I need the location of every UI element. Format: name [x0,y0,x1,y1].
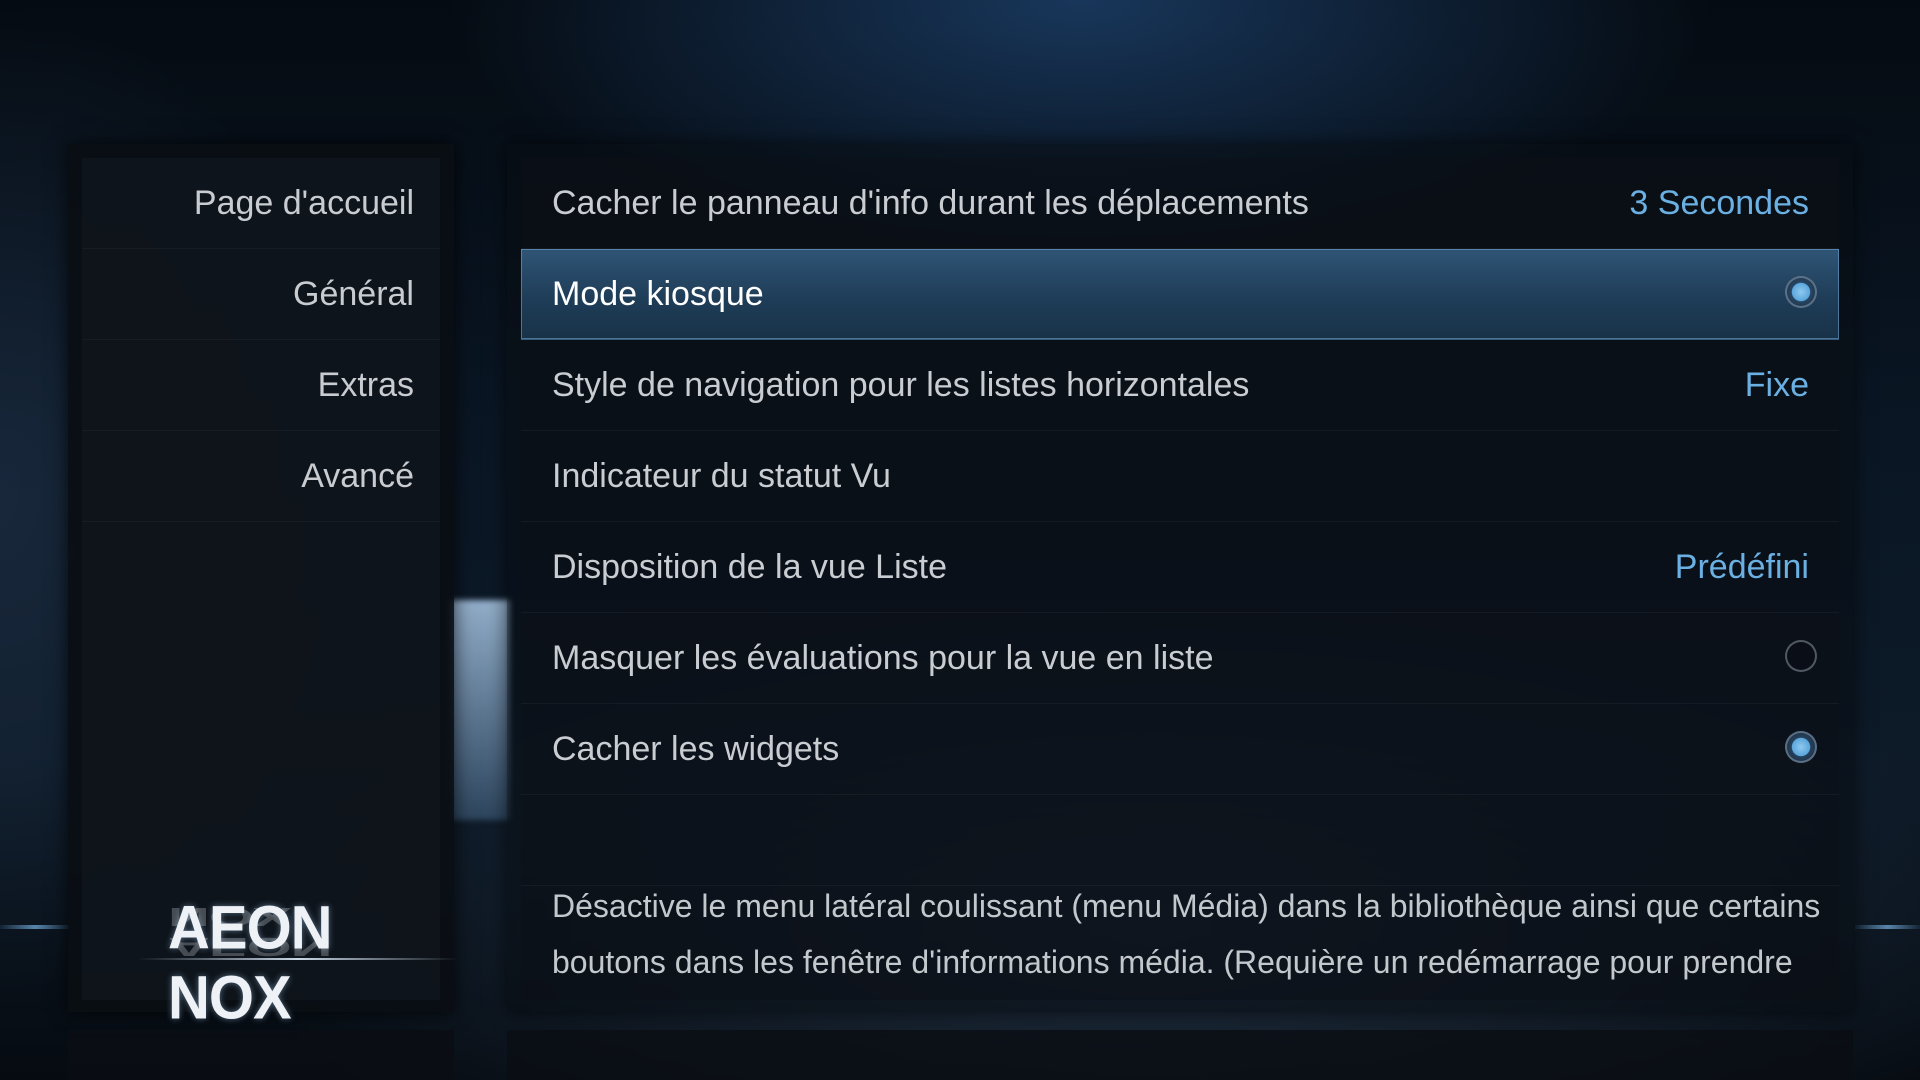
sidebar-item-extras[interactable]: Extras [82,340,440,431]
sidebar-item-home[interactable]: Page d'accueil [82,158,440,249]
setting-value: Fixe [1744,366,1809,404]
settings-category-sidebar: Page d'accueil Général Extras Avancé AEO… [68,144,458,1032]
empty-row [521,795,1839,886]
setting-row-hide-widgets[interactable]: Cacher les widgets [521,704,1839,795]
sidebar-item-general[interactable]: Général [82,249,440,340]
sidebar-list: Page d'accueil Général Extras Avancé [82,158,440,1000]
radio-off-icon[interactable] [1785,640,1817,672]
setting-row-navigation-style[interactable]: Style de navigation pour les listes hori… [521,340,1839,431]
radio-on-icon[interactable] [1785,731,1817,763]
setting-row-list-layout[interactable]: Disposition de la vue Liste Prédéfini [521,522,1839,613]
bottom-panel-right [507,1030,1853,1080]
setting-label: Cacher le panneau d'info durant les dépl… [552,184,1309,222]
setting-value: Prédéfini [1674,548,1809,586]
setting-description: Désactive le menu latéral coulissant (me… [552,888,1821,980]
horizon-line-left [0,925,70,929]
setting-label: Indicateur du statut Vu [552,457,891,495]
setting-row-hide-ratings[interactable]: Masquer les évaluations pour la vue en l… [521,613,1839,704]
settings-panel: Cacher le panneau d'info durant les dépl… [507,144,1853,1012]
settings-list: Cacher le panneau d'info durant les dépl… [521,158,1839,1000]
radio-on-icon[interactable] [1785,276,1817,308]
setting-row-watched-indicator[interactable]: Indicateur du statut Vu [521,431,1839,522]
sidebar-item-advanced[interactable]: Avancé [82,431,440,522]
setting-label: Cacher les widgets [552,730,840,768]
setting-row-hide-info-panel[interactable]: Cacher le panneau d'info durant les dépl… [521,158,1839,249]
setting-label: Disposition de la vue Liste [552,548,948,586]
setting-label: Style de navigation pour les listes hori… [552,366,1250,404]
planet-edge-glow [450,600,510,820]
horizon-line-right [1855,925,1920,929]
bottom-panel-left [68,1030,454,1080]
setting-row-kiosk-mode[interactable]: Mode kiosque [521,249,1839,340]
logo-reflection: AEON NOX [168,902,332,962]
aeon-nox-logo: AEON NOX AEON NOX [138,894,458,1032]
setting-label: Mode kiosque [552,275,764,313]
setting-label: Masquer les évaluations pour la vue en l… [552,639,1214,677]
setting-value: 3 Secondes [1629,184,1809,222]
